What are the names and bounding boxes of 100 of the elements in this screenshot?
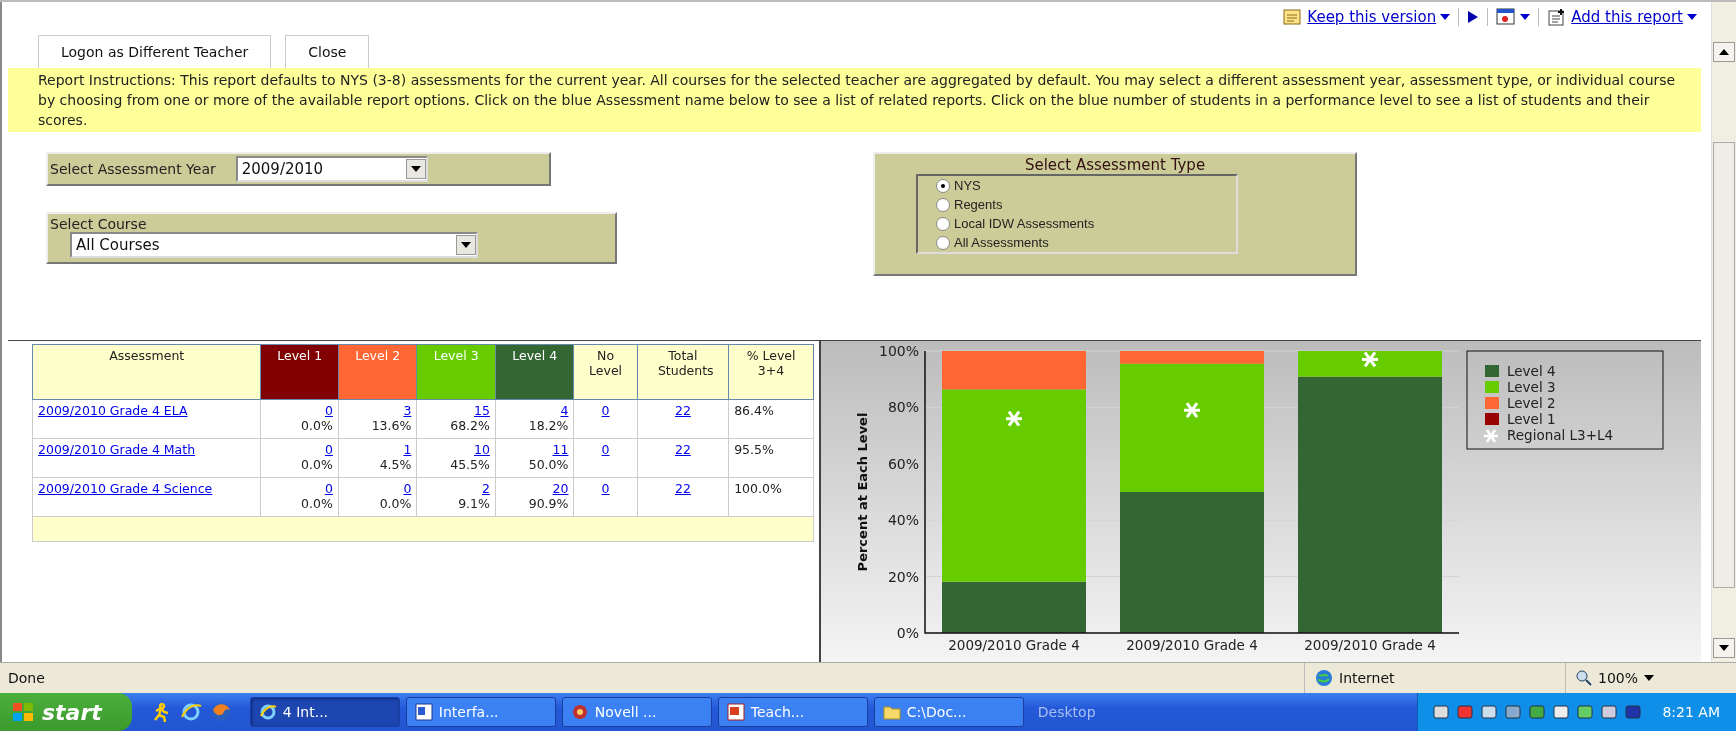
toolbar-button[interactable]: Logon as Different Teacher — [38, 35, 272, 68]
column-header: Level 1 — [260, 344, 339, 400]
clock-text: 8:21 AM — [1662, 704, 1720, 720]
asterisk-marker — [1184, 402, 1200, 419]
window-icon[interactable] — [1496, 8, 1517, 26]
caret-icon[interactable] — [1687, 14, 1697, 20]
percent-text: 0.0% — [300, 496, 333, 511]
taskbar-button[interactable]: Interfa... — [405, 697, 556, 727]
asterisk-marker — [1006, 410, 1022, 427]
y-tick-label: 80% — [887, 399, 919, 416]
caret-icon[interactable] — [1520, 14, 1531, 20]
taskbar-button[interactable]: Novell ... — [561, 697, 712, 727]
toolbar-button[interactable]: Close — [285, 35, 370, 68]
tray-icon[interactable] — [1528, 703, 1547, 721]
tray-icon[interactable] — [1552, 703, 1571, 721]
percent-text: 0.0% — [300, 418, 333, 433]
count-link[interactable]: 15 — [422, 403, 490, 418]
tray-icon[interactable] — [1624, 703, 1643, 721]
scroll-thumb[interactable] — [1713, 142, 1735, 588]
count-link[interactable]: 0 — [266, 403, 333, 418]
toolbar-link[interactable]: Keep this version — [1307, 8, 1437, 26]
legend-label: Regional L3+L4 — [1507, 427, 1614, 443]
down-arrow-icon[interactable] — [1719, 645, 1729, 651]
caret-icon[interactable] — [1644, 675, 1655, 681]
browser-icon — [258, 703, 277, 721]
folder-icon — [882, 704, 901, 720]
caret-icon[interactable] — [461, 242, 471, 248]
percent-text: 90.9% — [527, 496, 569, 511]
taskbar-button[interactable]: C:\Doc... — [873, 697, 1024, 727]
taskbar-button[interactable]: 4 Int... — [249, 697, 400, 727]
radio-option[interactable]: Regents — [936, 197, 1236, 212]
year-dropdown[interactable]: 2009/2010 — [235, 156, 428, 182]
course-dropdown[interactable]: All Courses — [70, 232, 478, 258]
count-link[interactable]: 0 — [266, 481, 333, 496]
play-icon[interactable] — [1467, 10, 1480, 24]
radio-option[interactable]: NYS — [936, 178, 1236, 193]
y-tick-label: 40% — [887, 512, 919, 529]
legend-label: Level 1 — [1507, 411, 1556, 427]
zoom-icon[interactable] — [1576, 670, 1592, 686]
percent-text: 13.6% — [370, 418, 412, 433]
count-link[interactable]: 10 — [422, 442, 490, 457]
toolbar-link[interactable]: Add this report — [1571, 8, 1683, 26]
count-link[interactable]: 3 — [343, 403, 412, 418]
column-header: Level 3 — [416, 344, 496, 400]
tray-icon[interactable] — [1456, 703, 1475, 721]
taskbar-button[interactable]: Teach... — [717, 697, 868, 727]
legend-label: Level 2 — [1507, 395, 1556, 411]
radio-button[interactable] — [936, 197, 950, 212]
radio-option[interactable]: All Assessments — [936, 235, 1236, 250]
count-link[interactable]: 11 — [500, 442, 569, 457]
y-tick-label: 100% — [878, 343, 919, 359]
legend-label: Level 3 — [1507, 379, 1556, 395]
tray-icon[interactable] — [1576, 703, 1595, 721]
scrollbar[interactable] — [1711, 2, 1736, 662]
tray-icon[interactable] — [1600, 703, 1619, 721]
browser-icon[interactable] — [179, 701, 202, 723]
caret-icon[interactable] — [410, 166, 421, 172]
column-header: Total Students — [637, 344, 729, 400]
tray-icon[interactable] — [1504, 703, 1523, 721]
radio-option[interactable]: Local IDW Assessments — [936, 216, 1236, 231]
percent-text: 0.0% — [378, 496, 412, 511]
percent-text: 18.2% — [527, 418, 569, 433]
caret-icon[interactable] — [1440, 14, 1451, 20]
tray-icon[interactable] — [1432, 703, 1451, 721]
field-label: Select Course — [50, 216, 148, 232]
percent-text: 45.5% — [449, 457, 490, 472]
legend-swatch — [1485, 397, 1499, 409]
field-label: Select Assessment Year — [50, 161, 216, 177]
radio-button[interactable] — [936, 235, 950, 250]
count-link[interactable]: 1 — [343, 442, 412, 457]
radio-button[interactable] — [936, 216, 950, 231]
y-tick-label: 20% — [887, 568, 919, 585]
asterisk-marker — [1484, 429, 1498, 443]
y-axis-label: Percent at Each Level — [855, 412, 870, 572]
legend-swatch — [1485, 413, 1499, 425]
x-category-label: 2009/2010 Grade 4 — [1126, 637, 1258, 653]
column-header: Level 4 — [495, 344, 574, 400]
zoom-text[interactable]: 100% — [1598, 670, 1639, 686]
percent-text: 68.2% — [449, 418, 490, 433]
count-link[interactable]: 2 — [422, 481, 490, 496]
legend-label: Level 4 — [1507, 363, 1556, 379]
asterisk-marker — [1362, 351, 1378, 368]
zone-text: Internet — [1339, 670, 1395, 686]
percent-text: 0.0% — [300, 457, 333, 472]
panel-title: Select Assessment Type — [1024, 156, 1206, 174]
count-link[interactable]: 0 — [266, 442, 333, 457]
column-header: % Level 3+4 — [728, 344, 814, 400]
count-link[interactable]: 20 — [500, 481, 569, 496]
tray-icon[interactable] — [1480, 703, 1499, 721]
instructions-text: Report Instructions: This report defaults to NYS (3-8) assessments for the current year. All courses for the selected teacher are aggregated by default. You may select a different assessment year, assessment type, or individual course by choosing from one or more of the available report options. Click on the blue Assessment name below to see a list of related reports. Click on the blue number of students in a performance level to see a list of students and their scores. — [8, 68, 1701, 132]
up-arrow-icon[interactable] — [1719, 49, 1729, 55]
column-header: Assessment — [32, 344, 261, 400]
count-link[interactable]: 4 — [500, 403, 569, 418]
globe-icon — [570, 703, 589, 721]
count-link[interactable]: 0 — [343, 481, 412, 496]
y-tick-label: 60% — [887, 455, 919, 472]
column-header: Level 2 — [338, 344, 417, 400]
radio-button[interactable] — [936, 178, 950, 193]
presentation-icon — [726, 703, 745, 721]
percent-text: 4.5% — [378, 457, 412, 472]
